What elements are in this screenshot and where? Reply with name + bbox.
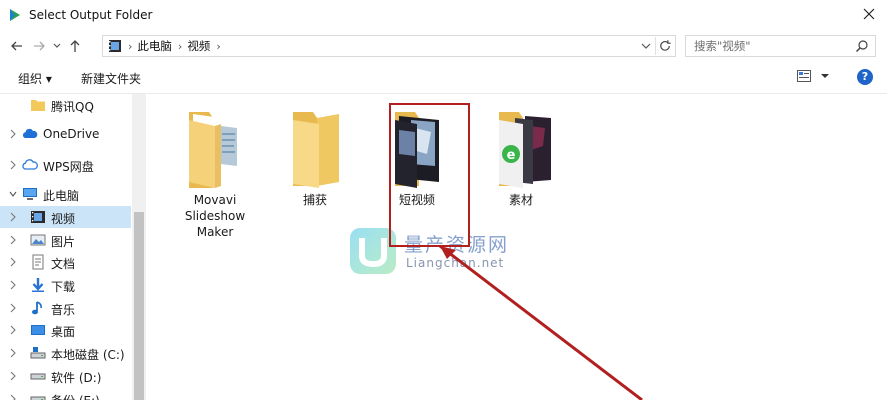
navigation-pane: 腾讯QQ OneDrive WPS网盘 此电脑 视频 图片 文档 下载 音乐 桌… [0,94,146,400]
title-bar: Select Output Folder [0,0,887,30]
change-view-button[interactable] [797,70,829,82]
help-icon[interactable]: ? [857,69,873,85]
recent-locations-button[interactable] [50,35,64,57]
sidebar-item-drive-c[interactable]: 本地磁盘 (C:) [0,342,146,364]
address-bar-row: › 此电脑 › 视频 › 搜索"视频" [0,30,887,62]
sidebar-item-label: 图片 [51,235,76,249]
chevron-right-icon[interactable] [8,255,18,269]
sidebar-item-drive-e[interactable]: 备份 (E:) [0,388,146,400]
folder-icon: e [499,112,551,188]
chevron-down-icon [53,43,61,48]
breadcrumb-separator: › [216,39,221,53]
chevron-down-icon[interactable] [8,187,18,201]
cloud-drive-icon [22,159,38,170]
video-folder-icon [31,211,45,223]
svg-text:e: e [507,148,516,163]
sidebar-item-this-pc[interactable]: 此电脑 [0,183,146,205]
chevron-right-icon[interactable] [8,233,18,247]
folder-name: 捕获 [302,193,327,207]
folder-item-movavi[interactable]: Movavi Slideshow Maker [173,106,257,241]
new-folder-button[interactable]: 新建文件夹 [81,70,141,87]
sidebar-item-downloads[interactable]: 下载 [0,274,146,296]
chevron-right-icon[interactable] [8,127,18,141]
sidebar-item-label: 视频 [51,212,76,226]
view-options-icon [797,70,811,82]
app-icon [10,9,20,21]
breadcrumb-this-pc[interactable]: 此电脑 [137,38,172,54]
music-folder-icon [32,301,42,315]
sidebar-item-desktop[interactable]: 桌面 [0,319,146,341]
sidebar-item-label: 本地磁盘 (C:) [51,348,125,362]
sidebar-item-videos[interactable]: 视频 [0,206,131,228]
chevron-right-icon[interactable] [8,346,18,360]
refresh-icon[interactable] [655,37,675,55]
sidebar-item-label: 桌面 [51,325,76,339]
chevron-down-icon [821,74,829,78]
sidebar-item-label: 音乐 [51,303,76,317]
computer-icon [23,188,37,200]
sidebar-item-label: WPS网盘 [43,160,94,174]
sidebar-item-label: 备份 (E:) [51,392,100,400]
sidebar-item-label: 此电脑 [43,189,80,203]
drive-icon [30,396,46,400]
address-box[interactable]: › 此电脑 › 视频 › [102,35,676,57]
chevron-right-icon[interactable] [8,301,18,315]
drive-icon [30,373,46,380]
desktop-folder-icon [31,325,45,335]
organize-button[interactable]: 组织 ▾ [18,70,52,87]
forward-button[interactable] [28,35,50,57]
search-icon[interactable] [855,39,869,53]
search-input[interactable]: 搜索"视频" [685,35,876,57]
breadcrumb-videos[interactable]: 视频 [187,38,210,54]
folder-item-materials[interactable]: e 素材 [479,106,563,216]
chevron-right-icon[interactable] [8,278,18,292]
command-bar: 组织 ▾ 新建文件夹 ? [0,62,887,94]
breadcrumb-separator: › [177,39,183,53]
chevron-right-icon[interactable] [8,369,18,383]
sidebar-item-pictures[interactable]: 图片 [0,229,146,251]
sidebar-scrollbar-thumb[interactable] [134,212,144,400]
chevron-down-icon[interactable] [637,37,655,55]
folder-icon [31,100,45,111]
sidebar-item-label: 下载 [51,280,76,294]
back-button[interactable] [6,35,28,57]
folder-icon [189,112,237,188]
cloud-icon [22,128,38,138]
sidebar-item-drive-d[interactable]: 软件 (D:) [0,365,146,387]
folder-icon [293,112,339,188]
back-arrow-icon [11,41,22,51]
folder-name: Movavi Slideshow Maker [184,193,246,239]
documents-folder-icon [32,254,44,270]
chevron-right-icon[interactable] [8,210,18,224]
up-button[interactable] [64,35,86,57]
up-arrow-icon [70,40,80,52]
download-folder-icon [32,278,44,292]
highlight-box [389,103,470,247]
sidebar-item-wps-drive[interactable]: WPS网盘 [0,154,146,176]
sidebar-item-label: 文档 [51,257,76,271]
video-folder-icon [109,40,121,52]
sidebar-item-label: 软件 (D:) [51,371,102,385]
window-title: Select Output Folder [29,8,153,22]
sidebar-item-tencent-qq[interactable]: 腾讯QQ [0,94,146,116]
chevron-right-icon[interactable] [8,158,18,172]
search-placeholder: 搜索"视频" [694,39,751,53]
system-drive-icon [30,347,46,359]
sidebar-item-documents[interactable]: 文档 [0,251,146,273]
watermark-url: Liangchan.net [406,256,505,270]
forward-arrow-icon [34,41,45,51]
sidebar-item-onedrive[interactable]: OneDrive [0,123,146,145]
sidebar-item-music[interactable]: 音乐 [0,297,146,319]
sidebar-item-label: 腾讯QQ [51,100,94,114]
breadcrumb-separator: › [128,39,133,53]
folder-item-capture[interactable]: 捕获 [273,106,357,216]
chevron-right-icon[interactable] [8,392,18,400]
pictures-folder-icon [30,234,46,246]
chevron-right-icon[interactable] [8,323,18,337]
folder-name: 素材 [508,193,533,207]
close-icon[interactable] [861,6,877,22]
sidebar-item-label: OneDrive [43,127,100,141]
